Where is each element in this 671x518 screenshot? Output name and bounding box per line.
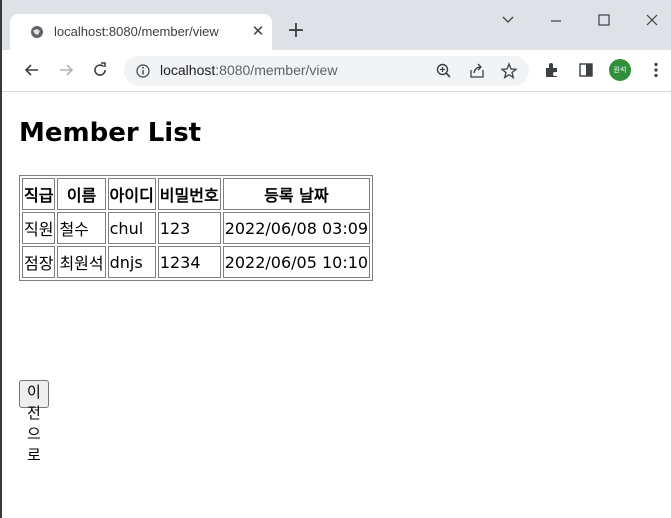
tab-title: localhost:8080/member/view: [54, 24, 219, 39]
side-panel-icon[interactable]: [576, 60, 596, 80]
column-header-reg-date: 등록 날짜: [222, 178, 371, 210]
maximize-icon[interactable]: [594, 10, 614, 30]
cell-rank: 점장: [22, 246, 56, 278]
cell-password: 1234: [157, 246, 221, 278]
table-row: 점장 최원석 dnjs 1234 2022/06/05 10:10: [22, 246, 371, 278]
cell-rank: 직원: [22, 212, 56, 244]
column-header-rank: 직급: [22, 178, 56, 210]
cell-name: 최원석: [57, 246, 106, 278]
extensions-icon[interactable]: [542, 60, 562, 80]
url-text: localhost:8080/member/view: [160, 62, 337, 78]
minimize-icon[interactable]: [546, 10, 566, 30]
cell-id: dnjs: [107, 246, 156, 278]
url-host: localhost: [160, 62, 216, 78]
info-icon[interactable]: [136, 64, 150, 78]
more-menu-icon[interactable]: [646, 60, 666, 80]
cell-password: 123: [157, 212, 221, 244]
back-button[interactable]: 이전으로: [19, 380, 49, 464]
cell-reg-date: 2022/06/08 03:09: [222, 212, 371, 244]
plus-icon[interactable]: +: [285, 20, 307, 42]
chevron-down-icon[interactable]: [498, 10, 518, 30]
profile-avatar[interactable]: 원석: [609, 59, 631, 81]
tab-strip: localhost:8080/member/view ✕ +: [2, 0, 671, 50]
page-title: Member List: [19, 118, 202, 148]
bookmark-star-icon[interactable]: [499, 61, 519, 81]
browser-toolbar: localhost:8080/member/view 원석: [2, 50, 671, 92]
member-table: 직급 이름 아이디 비밀번호 등록 날짜 직원 철수 chul 123 2022…: [19, 175, 374, 281]
forward-arrow-icon[interactable]: [56, 60, 76, 80]
back-arrow-icon[interactable]: [22, 60, 42, 80]
window-close-icon[interactable]: [642, 10, 662, 30]
reload-icon[interactable]: [90, 60, 110, 80]
share-icon[interactable]: [467, 61, 487, 81]
cell-id: chul: [107, 212, 156, 244]
cell-name: 철수: [57, 212, 106, 244]
address-bar[interactable]: localhost:8080/member/view: [124, 56, 529, 86]
column-header-id: 아이디: [107, 178, 156, 210]
column-header-name: 이름: [57, 178, 106, 210]
table-header-row: 직급 이름 아이디 비밀번호 등록 날짜: [22, 178, 371, 210]
close-icon[interactable]: ✕: [250, 23, 266, 39]
globe-icon: [31, 26, 43, 38]
cell-reg-date: 2022/06/05 10:10: [222, 246, 371, 278]
table-row: 직원 철수 chul 123 2022/06/08 03:09: [22, 212, 371, 244]
column-header-password: 비밀번호: [157, 178, 221, 210]
url-path: :8080/member/view: [215, 62, 338, 78]
browser-window: localhost:8080/member/view ✕ + localhost…: [0, 0, 671, 518]
zoom-icon[interactable]: [434, 61, 454, 81]
active-tab[interactable]: localhost:8080/member/view ✕: [10, 14, 272, 50]
